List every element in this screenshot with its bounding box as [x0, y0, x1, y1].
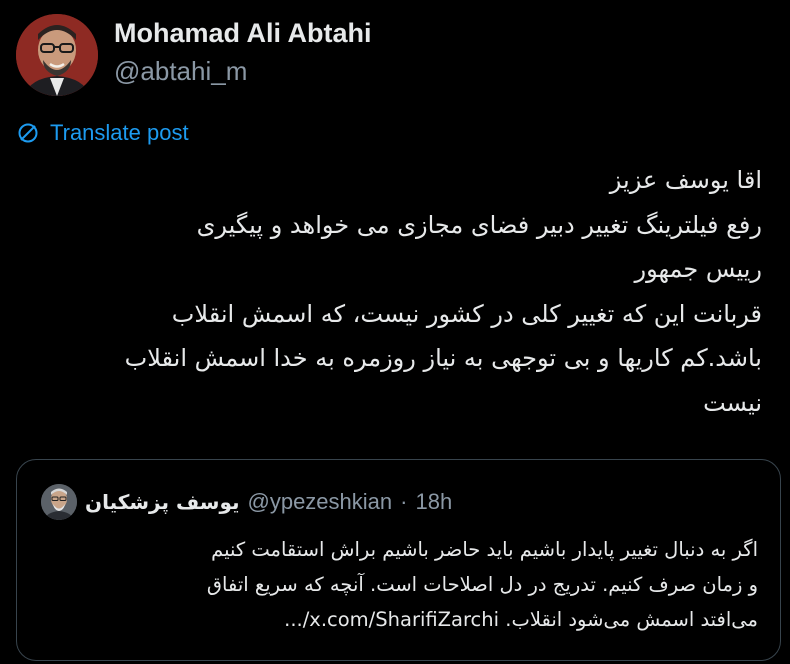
post-text-line: نیست — [703, 388, 762, 417]
post-text-line: باشد.کم کاریها و بی توجهی به نیاز روزمره… — [124, 344, 762, 372]
post-text-line: اقا یوسف عزیز — [609, 166, 762, 194]
quoted-author-avatar[interactable] — [41, 484, 77, 520]
author-avatar[interactable] — [16, 14, 98, 96]
quoted-text-line: اگر به دنبال تغییر پایدار باشیم باید حاض… — [211, 538, 758, 561]
quoted-author-handle[interactable]: @ypezeshkian — [248, 489, 393, 515]
quoted-profile-photo-icon — [41, 484, 77, 520]
separator-dot: · — [400, 489, 408, 514]
translate-post-label: Translate post — [50, 120, 189, 145]
quoted-post[interactable]: یوسف پزشکیان @ypezeshkian · 18h اگر به د… — [16, 459, 781, 661]
quoted-author-name[interactable]: یوسف پزشکیان — [85, 490, 240, 514]
post-text: اقا یوسف عزیز رفع فیلترینگ تغییر دبیر فض… — [22, 158, 762, 425]
quoted-post-text: اگر به دنبال تغییر پایدار باشیم باید حاض… — [38, 532, 758, 637]
post-text-line: رفع فیلترینگ تغییر دبیر فضای مجازی می خو… — [196, 210, 762, 239]
quoted-text-line: می‌افتد اسمش می‌شود انقلاب. x.com/Sharif… — [284, 608, 758, 631]
quoted-text-line: و زمان صرف کنیم. تدریج در دل اصلاحات است… — [206, 573, 758, 596]
translate-globe-icon — [16, 121, 40, 145]
post-text-line: رییس جمهور — [634, 255, 763, 283]
author-display-name[interactable]: Mohamad Ali Abtahi — [114, 18, 372, 49]
author-handle[interactable]: @abtahi_m — [114, 56, 247, 87]
translate-post-link[interactable]: Translate post — [16, 118, 189, 148]
quoted-post-time[interactable]: 18h — [415, 489, 452, 515]
quoted-post-header: یوسف پزشکیان @ypezeshkian · 18h — [41, 482, 452, 522]
profile-photo-icon — [16, 14, 98, 96]
post-text-line: قربانت این که تغییر کلی در کشور نیست، که… — [171, 299, 762, 328]
post-container: Mohamad Ali Abtahi @abtahi_m Translate p… — [0, 0, 790, 664]
